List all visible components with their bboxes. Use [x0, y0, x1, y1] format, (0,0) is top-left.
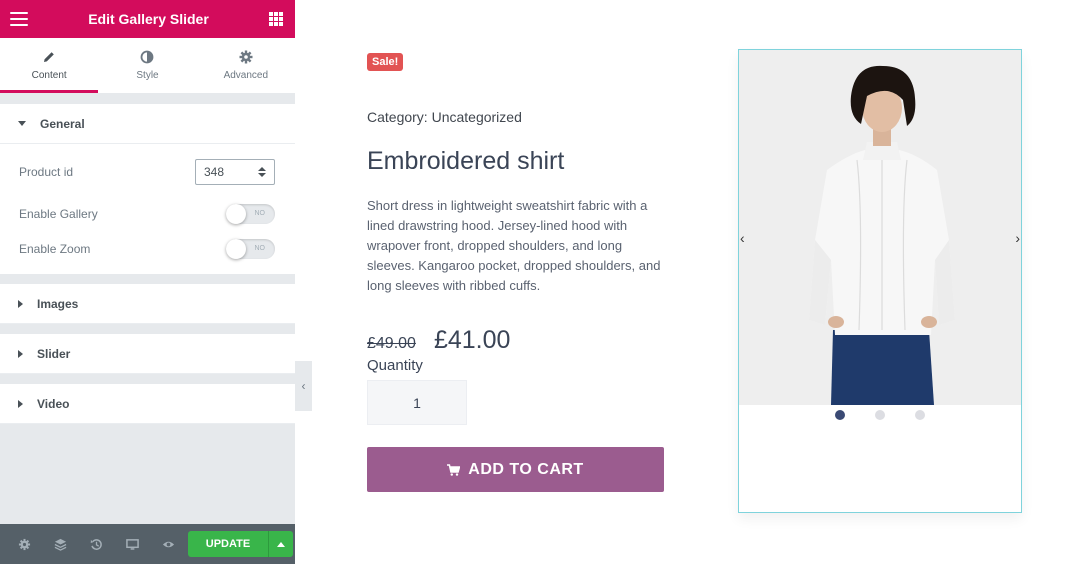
- preview-icon[interactable]: [150, 524, 186, 564]
- section-images-label: Images: [37, 296, 79, 311]
- next-slide-arrow[interactable]: ›: [1015, 230, 1020, 246]
- quantity-label: Quantity: [367, 357, 423, 374]
- quantity-input[interactable]: 1: [367, 380, 467, 425]
- panel-title: Edit Gallery Slider: [88, 11, 209, 27]
- menu-icon[interactable]: [10, 12, 28, 26]
- caret-up-icon: [277, 541, 285, 547]
- enable-gallery-state: NO: [254, 210, 266, 217]
- settings-icon[interactable]: [6, 524, 42, 564]
- sale-price: £41.00: [433, 326, 511, 354]
- editor-panel: Edit Gallery Slider Content Style Advanc…: [0, 0, 295, 564]
- product-id-control: Product id 348: [19, 148, 275, 196]
- tab-content-label: Content: [31, 70, 67, 81]
- navigator-icon[interactable]: [42, 524, 78, 564]
- enable-gallery-control: Enable Gallery NO: [19, 196, 275, 231]
- panel-tabs: Content Style Advanced: [0, 38, 295, 94]
- product-id-label: Product id: [19, 165, 74, 179]
- update-options-button[interactable]: [268, 531, 293, 557]
- tab-style[interactable]: Style: [98, 38, 196, 93]
- number-spinner-icon[interactable]: [258, 167, 266, 177]
- section-video-label: Video: [37, 396, 70, 411]
- section-video-header[interactable]: Video: [0, 384, 295, 424]
- panel-collapse-toggle[interactable]: ‹: [295, 361, 312, 411]
- panel-footer: UPDATE: [0, 524, 295, 564]
- tab-content[interactable]: Content: [0, 38, 99, 93]
- section-slider: Slider: [0, 334, 295, 374]
- section-general-body: Product id 348 Enable Gallery NO Enable …: [0, 144, 295, 274]
- widgets-grid-icon[interactable]: [268, 12, 283, 26]
- enable-zoom-state: NO: [254, 245, 266, 252]
- slider-pagination: [739, 410, 1021, 420]
- section-general: General Product id 348 Enable Gallery NO…: [0, 104, 295, 274]
- add-to-cart-label: ADD TO CART: [468, 460, 584, 478]
- prev-slide-arrow[interactable]: ‹: [740, 230, 745, 246]
- product-summary: Sale! Category: Uncategorized Embroidere…: [367, 52, 667, 492]
- enable-gallery-toggle[interactable]: NO: [226, 203, 275, 224]
- toggle-knob: [226, 203, 246, 224]
- product-id-value: 348: [204, 165, 225, 179]
- tab-advanced[interactable]: Advanced: [197, 38, 295, 93]
- tab-advanced-label: Advanced: [223, 70, 269, 81]
- section-slider-label: Slider: [37, 346, 71, 361]
- enable-zoom-label: Enable Zoom: [19, 241, 91, 256]
- section-general-header[interactable]: General: [0, 104, 295, 144]
- section-video: Video: [0, 384, 295, 424]
- section-general-label: General: [40, 116, 85, 131]
- caret-right-icon: [18, 349, 23, 358]
- enable-zoom-control: Enable Zoom NO: [19, 231, 275, 266]
- tab-style-label: Style: [136, 70, 159, 81]
- slider-dot[interactable]: [835, 410, 845, 420]
- section-images-header[interactable]: Images: [0, 284, 295, 324]
- product-image: [739, 50, 1021, 405]
- quantity-value: 1: [413, 394, 421, 411]
- update-button[interactable]: UPDATE: [188, 531, 268, 557]
- product-category: Category: Uncategorized: [367, 109, 522, 125]
- caret-right-icon: [18, 299, 23, 308]
- slider-dot[interactable]: [875, 410, 885, 420]
- section-slider-header[interactable]: Slider: [0, 334, 295, 374]
- toggle-knob: [226, 238, 246, 259]
- caret-down-icon: [18, 121, 26, 126]
- panel-header: Edit Gallery Slider: [0, 0, 295, 38]
- history-icon[interactable]: [78, 524, 114, 564]
- price-row: £49.00 £41.00: [367, 326, 667, 355]
- add-to-cart-button[interactable]: ADD TO CART: [367, 447, 664, 492]
- enable-zoom-toggle[interactable]: NO: [226, 238, 275, 259]
- pencil-icon: [44, 52, 54, 62]
- section-images: Images: [0, 284, 295, 324]
- caret-right-icon: [18, 399, 23, 408]
- product-id-input[interactable]: 348: [195, 159, 275, 185]
- old-price: £49.00: [367, 335, 416, 352]
- product-description: Short dress in lightweight sweatshirt fa…: [367, 198, 661, 293]
- contrast-icon: [141, 50, 154, 64]
- model-photo: [739, 50, 1021, 405]
- gear-icon: [239, 50, 253, 64]
- responsive-icon[interactable]: [114, 524, 150, 564]
- cart-icon: [447, 463, 461, 476]
- chevron-left-icon: ‹: [301, 379, 306, 393]
- slider-dot[interactable]: [915, 410, 925, 420]
- gallery-slider: ‹ ›: [738, 49, 1022, 513]
- sale-badge: Sale!: [367, 53, 404, 71]
- enable-gallery-label: Enable Gallery: [19, 206, 98, 221]
- product-title: Embroidered shirt: [367, 147, 565, 175]
